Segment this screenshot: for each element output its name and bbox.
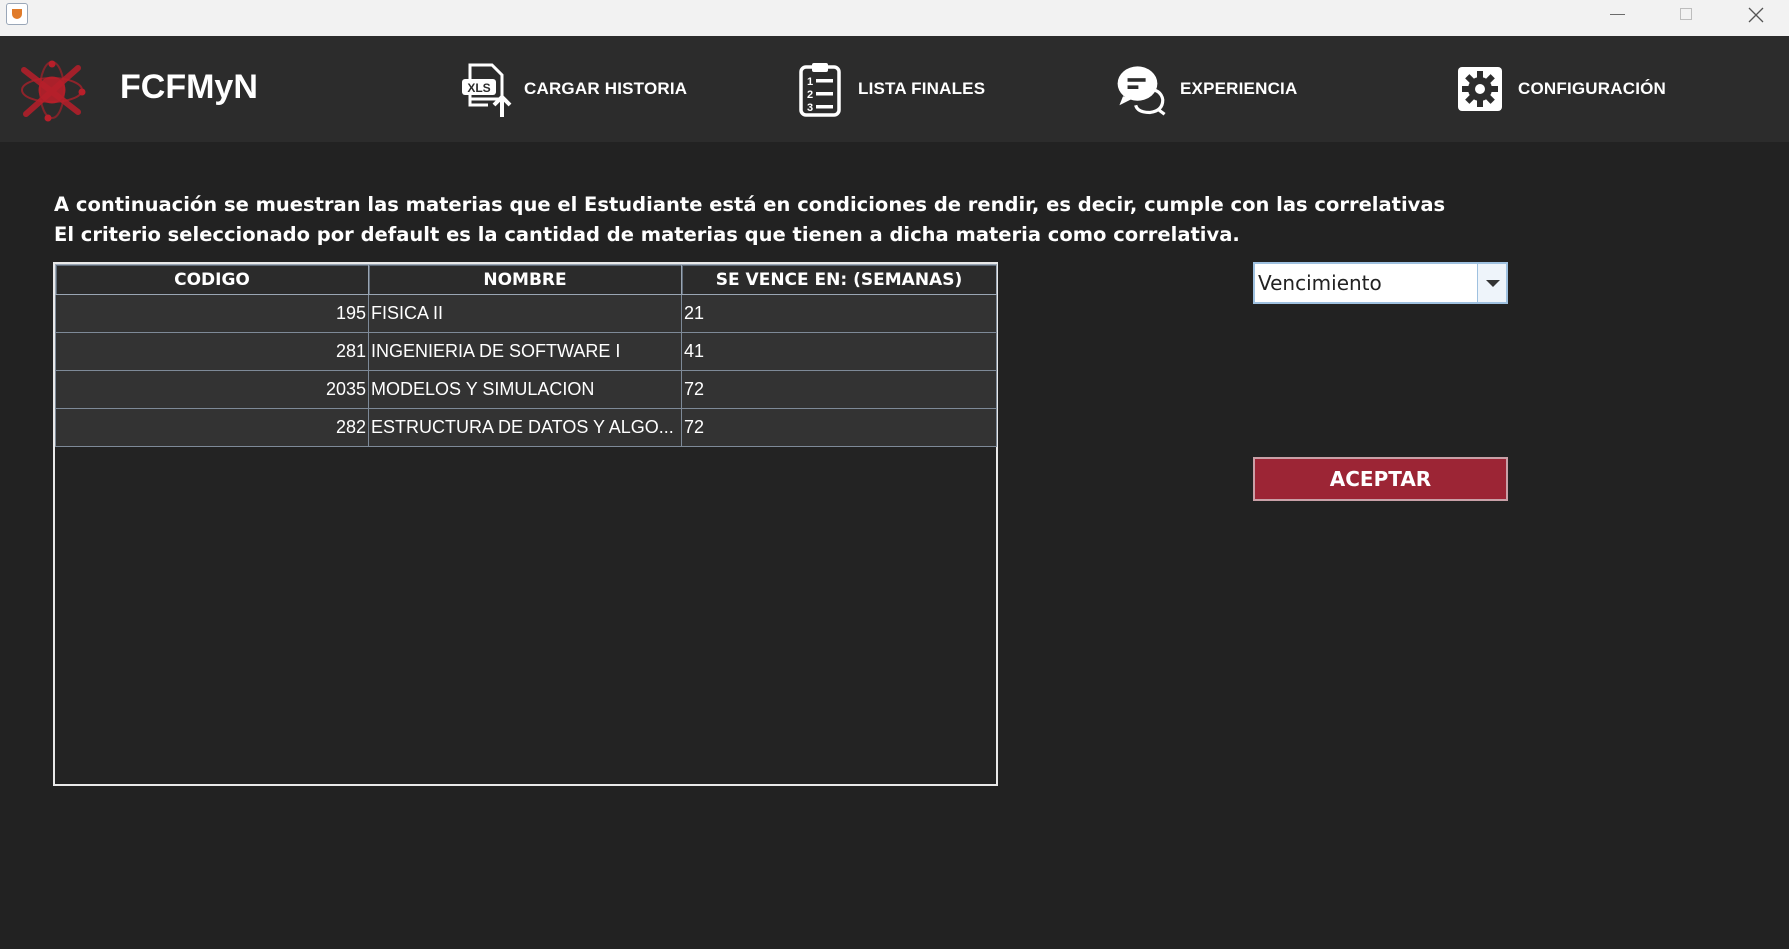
description-line-1: A continuación se muestran las materias …: [54, 193, 1446, 216]
nav-experiencia[interactable]: EXPERIENCIA: [1114, 36, 1297, 142]
table-row[interactable]: 282 ESTRUCTURA DE DATOS Y ALGO... 72: [55, 408, 997, 447]
maximize-icon[interactable]: [1658, 0, 1718, 30]
svg-text:1: 1: [807, 76, 813, 88]
cell-codigo: 281: [55, 332, 369, 371]
cell-nombre: FISICA II: [368, 294, 682, 333]
chevron-down-icon[interactable]: [1477, 264, 1506, 302]
table-row[interactable]: 281 INGENIERIA DE SOFTWARE I 41: [55, 332, 997, 371]
xls-upload-icon: XLS: [458, 57, 514, 121]
java-app-icon: [6, 3, 28, 25]
nav-label: LISTA FINALES: [858, 79, 986, 98]
nav-label: CONFIGURACIÓN: [1518, 79, 1667, 98]
cell-nombre: ESTRUCTURA DE DATOS Y ALGO...: [368, 408, 682, 447]
nav-cargar-historia[interactable]: XLS CARGAR HISTORIA: [458, 36, 687, 142]
criteria-dropdown[interactable]: Vencimiento: [1253, 262, 1508, 304]
column-header-codigo[interactable]: CODIGO: [55, 264, 369, 295]
column-header-nombre[interactable]: NOMBRE: [368, 264, 682, 295]
cell-vence: 72: [681, 408, 997, 447]
svg-text:2: 2: [807, 89, 813, 101]
close-icon[interactable]: [1726, 0, 1786, 30]
gear-icon: [1452, 57, 1508, 121]
app-header: FCFMyN XLS CARGAR HISTORIA 1 2 3 LISTA F…: [0, 36, 1789, 142]
nav-label: CARGAR HISTORIA: [524, 79, 688, 98]
fcfmyn-logo-icon: [18, 58, 88, 122]
aceptar-button[interactable]: ACEPTAR: [1253, 457, 1508, 501]
description-line-2: El criterio seleccionado por default es …: [54, 223, 1240, 246]
chat-bubble-icon: [1114, 57, 1170, 121]
cell-codigo: 282: [55, 408, 369, 447]
svg-text:3: 3: [807, 102, 813, 114]
cell-vence: 21: [681, 294, 997, 333]
criteria-selected-value: Vencimiento: [1258, 271, 1382, 295]
cell-vence: 41: [681, 332, 997, 371]
nav-configuracion[interactable]: CONFIGURACIÓN: [1452, 36, 1666, 142]
nav-lista-finales[interactable]: 1 2 3 LISTA FINALES: [792, 36, 985, 142]
table-row[interactable]: 2035 MODELOS Y SIMULACION 72: [55, 370, 997, 409]
table-header-row: CODIGO NOMBRE SE VENCE EN: (SEMANAS): [55, 264, 997, 295]
column-header-vence[interactable]: SE VENCE EN: (SEMANAS): [681, 264, 997, 295]
cell-codigo: 2035: [55, 370, 369, 409]
minimize-icon[interactable]: [1590, 0, 1650, 30]
app-brand: FCFMyN: [120, 68, 258, 106]
description-text: A continuación se muestran las materias …: [54, 190, 1446, 250]
materias-table[interactable]: CODIGO NOMBRE SE VENCE EN: (SEMANAS) 195…: [53, 262, 998, 786]
cell-vence: 72: [681, 370, 997, 409]
nav-label: EXPERIENCIA: [1180, 79, 1298, 98]
cell-codigo: 195: [55, 294, 369, 333]
cell-nombre: MODELOS Y SIMULACION: [368, 370, 682, 409]
clipboard-list-icon: 1 2 3: [792, 57, 848, 121]
window-title-bar: [0, 0, 1789, 37]
cell-nombre: INGENIERIA DE SOFTWARE I: [368, 332, 682, 371]
svg-text:XLS: XLS: [467, 81, 490, 95]
table-row[interactable]: 195 FISICA II 21: [55, 294, 997, 333]
